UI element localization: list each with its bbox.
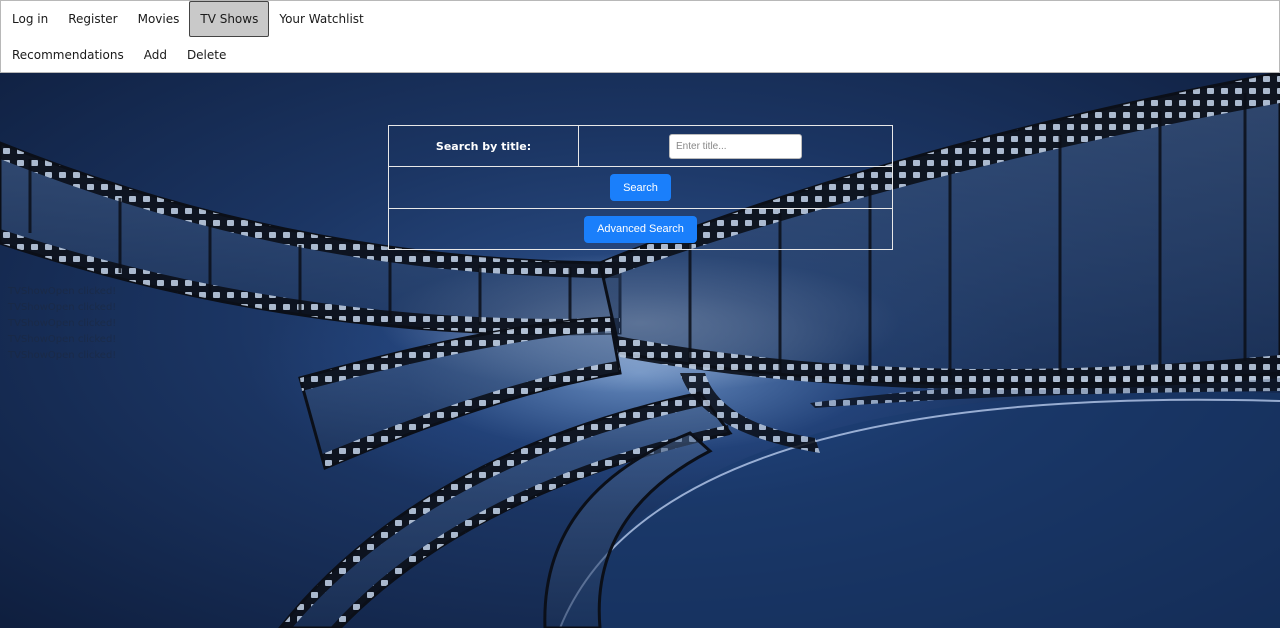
click-log-line: TVShowOpen clicked! <box>8 286 117 297</box>
search-button[interactable]: Search <box>610 174 671 201</box>
nav-login[interactable]: Log in <box>2 1 58 37</box>
advanced-search-row: Advanced Search <box>389 209 892 249</box>
click-log: TVShowOpen clicked! TVShowOpen clicked! … <box>8 284 116 364</box>
nav-register[interactable]: Register <box>58 1 127 37</box>
nav-tv-shows[interactable]: TV Shows <box>189 1 270 37</box>
nav-recommendations[interactable]: Recommendations <box>2 37 134 73</box>
nav-movies[interactable]: Movies <box>128 1 190 37</box>
search-title-row: Search by title: <box>389 126 892 167</box>
search-form: Search by title: Search Advanced Search <box>388 125 893 250</box>
page: Log in Register Movies TV Shows Your Wat… <box>0 0 1280 628</box>
nav-row-primary: Log in Register Movies TV Shows Your Wat… <box>2 1 374 37</box>
search-button-row: Search <box>389 167 892 209</box>
nav-delete[interactable]: Delete <box>177 37 236 73</box>
top-navigation: Log in Register Movies TV Shows Your Wat… <box>0 0 1280 73</box>
nav-watchlist[interactable]: Your Watchlist <box>269 1 373 37</box>
nav-row-secondary: Recommendations Add Delete <box>2 37 236 73</box>
click-log-line: TVShowOpen clicked! <box>8 302 117 313</box>
search-by-title-label: Search by title: <box>389 126 579 166</box>
nav-add[interactable]: Add <box>134 37 177 73</box>
title-search-input[interactable] <box>669 133 802 159</box>
advanced-search-button[interactable]: Advanced Search <box>584 215 697 243</box>
click-log-line: TVShowOpen clicked! <box>8 350 117 361</box>
search-input-cell <box>579 126 892 166</box>
click-log-line: TVShowOpen clicked! <box>8 318 117 329</box>
click-log-line: TVShowOpen clicked! <box>8 334 117 345</box>
